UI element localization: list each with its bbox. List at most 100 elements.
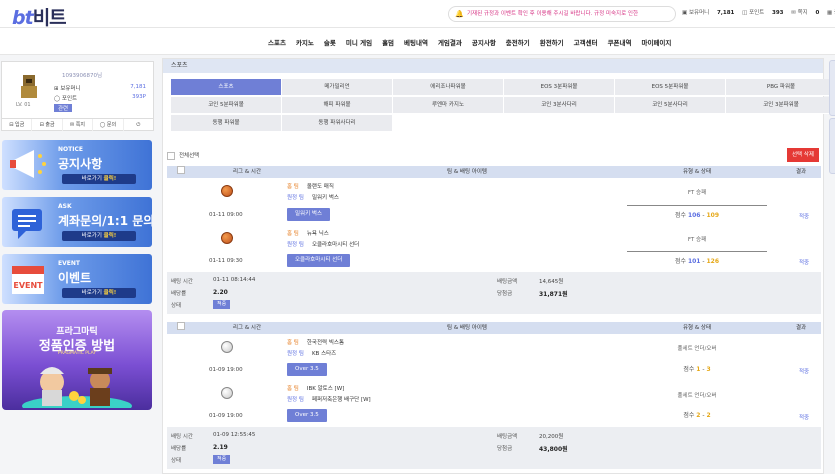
bet-slip: 리그 & 시간 팀 & 배팅 아이템 유형 & 상태 결과 홈 팀 한국전력 빅스…: [167, 322, 821, 472]
money-info[interactable]: ▣ 보유머니 7,181: [682, 10, 734, 16]
point-info[interactable]: ◫ 포인트 393: [742, 10, 783, 16]
nav-item[interactable]: 홀덤: [382, 37, 394, 47]
nav-item[interactable]: 공지사항: [472, 37, 496, 47]
pragmatic-promo-banner[interactable]: 프라그마틱 정품인증 방법 PRAGMATIC PLAY: [2, 310, 152, 410]
power-icon[interactable]: ⏻: [124, 119, 153, 131]
tab-item[interactable]: 해피 파워볼: [282, 97, 393, 114]
tab-item[interactable]: 메가밀리언: [282, 79, 393, 96]
tab-item[interactable]: PBG 파워볼: [726, 79, 835, 96]
nav-item[interactable]: 충전하기: [506, 37, 530, 47]
bet-summary: 배팅 시간 01-09 12:55:45 배당률 2.19 상태 적중 배팅금액…: [167, 427, 821, 469]
profile-card: LV. 01 1093906870님 ⊞ 보유머니 7,181 ◯ 포인트 393P…: [1, 61, 154, 131]
nav-item[interactable]: 게임결과: [438, 37, 462, 47]
nav-item[interactable]: 쿠폰내역: [608, 37, 632, 47]
inquiry-button[interactable]: ◯ 문의: [93, 119, 124, 131]
score: 점수 101 - 126: [627, 251, 767, 265]
profile-point: ◯ 포인트 393P: [54, 94, 146, 102]
basketball-icon: [221, 185, 233, 197]
nav-item[interactable]: 환전하기: [540, 37, 564, 47]
tab-item[interactable]: 코인 5분사다리: [615, 97, 726, 114]
game-datetime: 01-11 09:30: [209, 258, 243, 264]
volleyball-icon: [221, 387, 233, 399]
nav-item[interactable]: 마이페이지: [641, 37, 671, 47]
status-badge: 적중: [213, 455, 231, 464]
away-team: 원정 팀 페퍼저축은행 배구단 [W]: [287, 397, 371, 403]
tab-item[interactable]: EOS 3분파워볼: [504, 79, 615, 96]
main-nav: 스포츠 카지노 슬롯 미니 게임 홀덤 베팅내역 게임결과 공지사항 충전하기 환전하기 고객센터 쿠…: [0, 28, 835, 55]
profile-tag[interactable]: 관련: [54, 104, 73, 112]
nav-item[interactable]: 스포츠: [268, 37, 286, 47]
home-team: 홈 팀 IBK 알토스 [W]: [287, 386, 345, 392]
nav-item[interactable]: 베팅내역: [404, 37, 428, 47]
right-quick-panel[interactable]: [829, 60, 835, 116]
tab-item[interactable]: 스포츠: [171, 79, 282, 96]
ask-banner[interactable]: ASK 계좌문의/1:1 문의 바로가기 클릭!: [2, 197, 152, 247]
bet-header: 리그 & 시간 팀 & 배팅 아이템 유형 & 상태 결과: [167, 322, 821, 334]
section-title: 스포츠: [163, 59, 823, 73]
bet-type: 풀세트 언더/오버: [677, 346, 717, 352]
score: 점수 2 - 2: [683, 412, 711, 419]
game-result: 적중: [799, 260, 810, 266]
tab-item[interactable]: 에리조나파워볼: [393, 79, 504, 96]
away-team: 원정 팀 KB 스타즈: [287, 351, 337, 357]
nav-item[interactable]: 카지노: [296, 37, 314, 47]
tab-item[interactable]: 코인 5분파워볼: [171, 97, 282, 114]
volleyball-icon: [221, 341, 233, 353]
main-panel: 스포츠 스포츠 메가밀리언 에리조나파워볼 EOS 3분파워볼 EOS 5분파워볼 PBG…: [162, 58, 835, 474]
withdraw-button[interactable]: ⊟ 출금: [32, 119, 63, 131]
notice-banner[interactable]: NOTICE 공지사항 바로가기 클릭!: [2, 140, 152, 190]
nav-item[interactable]: 슬롯: [324, 37, 336, 47]
tab-item[interactable]: 동행 파워볼: [171, 115, 282, 132]
bet-checkbox[interactable]: [177, 166, 185, 174]
score: 점수 1 - 3: [683, 366, 711, 373]
pick-button[interactable]: Over 3.5: [287, 409, 327, 422]
game-result: 적중: [799, 415, 810, 421]
delete-selected-button[interactable]: 선택 삭제: [787, 148, 819, 162]
pick-button[interactable]: 밀워키 벅스: [287, 208, 331, 221]
message-button[interactable]: ✉ 쪽지: [63, 119, 94, 131]
tab-item[interactable]: EOS 5분파워볼: [615, 79, 726, 96]
ask-go-button[interactable]: 바로가기 클릭!: [62, 231, 136, 241]
select-all-checkbox[interactable]: [167, 151, 175, 160]
deposit-button[interactable]: ⊟ 입금: [2, 119, 33, 131]
game-datetime: 01-09 19:00: [209, 413, 243, 419]
game-result: 적중: [799, 369, 810, 375]
game-datetime: 01-09 19:00: [209, 367, 243, 373]
tab-item[interactable]: 코인 3분파워볼: [726, 97, 835, 114]
event-go-button[interactable]: 바로가기 클릭!: [62, 288, 136, 298]
nav-item[interactable]: 미니 게임: [346, 37, 372, 47]
top-bar: bt비트 🔔 기재된 규정과 이벤트 확인 후 이용해 주시길 바랍니다. 규정…: [0, 0, 835, 30]
home-team: 홈 팀 올랜도 매직: [287, 184, 334, 190]
bet-type: 풀세트 언더/오버: [677, 393, 717, 399]
megaphone-icon: [10, 150, 46, 178]
tab-item[interactable]: 코인 3분사다리: [504, 97, 615, 114]
nav-item[interactable]: 고객센터: [574, 37, 598, 47]
bet-header: 리그 & 시간 팀 & 배팅 아이템 유형 & 상태 결과: [167, 166, 821, 178]
site-logo[interactable]: bt비트: [12, 3, 67, 30]
user-id: 1093906870님: [62, 73, 103, 79]
tab-item[interactable]: 루엔마 카지노: [393, 97, 504, 114]
status-badge: 적중: [213, 300, 231, 309]
message-info[interactable]: ✉ 쪽지 0: [791, 10, 819, 16]
event-banner[interactable]: EVENT EVENT 이벤트 바로가기 클릭!: [2, 254, 152, 304]
notice-ticker[interactable]: 🔔 기재된 규정과 이벤트 확인 후 이용해 주시길 바랍니다. 규정 미숙지로…: [448, 6, 676, 22]
select-all[interactable]: 전체선택: [167, 151, 199, 160]
notice-text: 기재된 규정과 이벤트 확인 후 이용해 주시길 바랍니다. 규정 미숙지로 인…: [467, 11, 639, 17]
bet-type: FT 승패: [687, 190, 707, 196]
charge-shortcut[interactable]: ▦ 충: [827, 10, 835, 16]
right-quick-panel[interactable]: [829, 118, 835, 174]
user-summary: ▣ 보유머니 7,181 ◫ 포인트 393 ✉ 쪽지 0 ▦ 충: [682, 8, 835, 16]
pick-button[interactable]: 오클라호마시티 선더: [287, 254, 351, 267]
notice-go-button[interactable]: 바로가기 클릭!: [62, 174, 136, 184]
bell-icon: 🔔: [455, 10, 464, 18]
promo-characters-illustration: [22, 367, 132, 408]
profile-buttons: ⊟ 입금 ⊟ 출금 ✉ 쪽지 ◯ 문의 ⏻: [2, 118, 153, 131]
bet-type: FT 승패: [687, 237, 707, 243]
bet-summary: 배팅 시간 01-11 08:14:44 배당률 2.20 상태 적중 배팅금액…: [167, 272, 821, 314]
home-team: 홈 팀 뉴욕 닉스: [287, 231, 329, 237]
bet-checkbox[interactable]: [177, 322, 185, 330]
pick-button[interactable]: Over 3.5: [287, 363, 327, 376]
tab-item[interactable]: 동행 파워사다리: [282, 115, 393, 132]
home-team: 홈 팀 한국전력 빅스톰: [287, 340, 345, 346]
user-level: LV. 01: [16, 102, 31, 108]
